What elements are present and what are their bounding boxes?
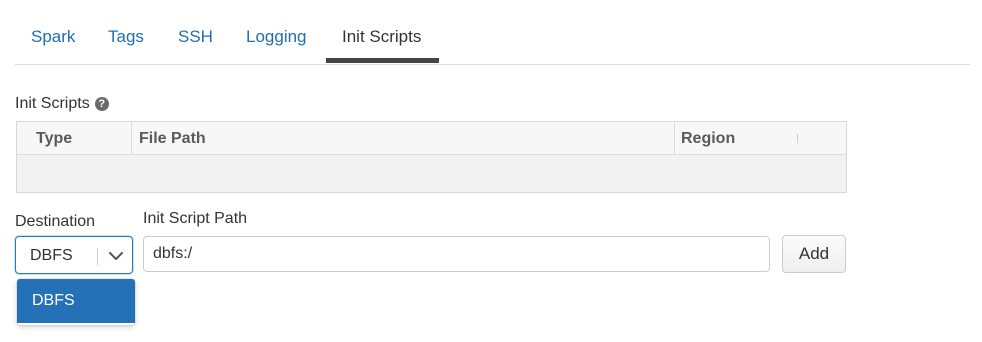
column-resize-handle[interactable] bbox=[797, 134, 798, 143]
table-header: Type File Path Region bbox=[17, 122, 846, 155]
column-header-file-path[interactable]: File Path bbox=[132, 122, 675, 155]
select-separator bbox=[97, 248, 98, 265]
table-body-empty bbox=[17, 156, 846, 192]
destination-label: Destination bbox=[15, 213, 96, 230]
config-tabs: Spark Tags SSH Logging Init Scripts bbox=[15, 0, 970, 65]
destination-dropdown-menu: DBFS bbox=[17, 279, 135, 325]
section-title: Init Scripts ? bbox=[15, 94, 109, 114]
section-title-text: Init Scripts bbox=[15, 95, 90, 112]
tab-tags[interactable]: Tags bbox=[108, 27, 144, 65]
destination-select[interactable]: DBFS bbox=[15, 236, 133, 274]
tab-ssh[interactable]: SSH bbox=[178, 27, 213, 65]
question-circle-icon[interactable]: ? bbox=[94, 97, 109, 111]
active-tab-indicator bbox=[326, 58, 439, 63]
init-scripts-panel: Spark Tags SSH Logging Init Scripts Init… bbox=[0, 0, 982, 342]
column-header-region[interactable]: Region bbox=[675, 122, 846, 155]
add-button[interactable]: Add bbox=[782, 235, 846, 273]
column-header-region-label: Region bbox=[681, 130, 736, 147]
column-header-type[interactable]: Type bbox=[17, 122, 132, 155]
tab-logging[interactable]: Logging bbox=[246, 27, 307, 65]
init-script-path-label: Init Script Path bbox=[143, 210, 248, 227]
tab-spark[interactable]: Spark bbox=[31, 27, 75, 65]
init-script-path-input[interactable] bbox=[143, 236, 770, 272]
chevron-down-icon[interactable] bbox=[108, 249, 124, 263]
init-scripts-table: Type File Path Region bbox=[16, 121, 847, 193]
dropdown-option-dbfs[interactable]: DBFS bbox=[17, 279, 135, 323]
destination-selected-value: DBFS bbox=[30, 247, 73, 264]
